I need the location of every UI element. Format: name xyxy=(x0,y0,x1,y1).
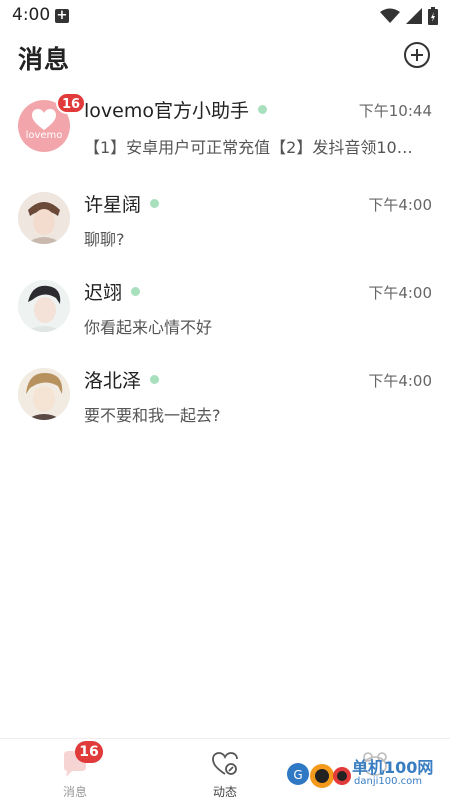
chat-name: lovemo官方小助手 xyxy=(84,96,267,123)
watermark: G 单机100网 danji100.com xyxy=(284,754,444,794)
chat-list: lovemo 16 lovemo官方小助手 下午10:44 【1】安卓用户可正常… xyxy=(0,90,450,448)
chat-name-text: 许星阔 xyxy=(84,194,142,216)
online-indicator xyxy=(257,105,267,114)
chat-item-xu-xingkuo[interactable]: 许星阔 下午4:00 聊聊? xyxy=(0,184,450,272)
chat-preview: 要不要和我一起去? xyxy=(84,406,221,425)
watermark-url: danji100.com xyxy=(354,776,422,787)
status-bar: 4:00 + xyxy=(0,0,450,32)
battery-icon xyxy=(428,7,438,25)
wifi-icon xyxy=(380,8,400,23)
chat-name: 许星阔 xyxy=(84,190,160,217)
avatar xyxy=(18,192,70,244)
chat-time: 下午10:44 xyxy=(358,102,432,120)
chat-item-chi-yi[interactable]: 迟翊 下午4:00 你看起来心情不好 xyxy=(0,272,450,360)
chat-name-text: 迟翊 xyxy=(84,282,123,304)
portrait-icon xyxy=(18,280,70,332)
chat-name-text: lovemo官方小助手 xyxy=(84,100,249,122)
header: 消息 xyxy=(0,32,450,82)
status-icons xyxy=(380,6,438,26)
nav-item-moments[interactable]: 动态 xyxy=(185,745,265,800)
chat-time: 下午4:00 xyxy=(368,196,432,214)
avatar-label: lovemo xyxy=(25,130,63,141)
avatar xyxy=(18,280,70,332)
nav-label: 动态 xyxy=(212,785,237,799)
chat-time: 下午4:00 xyxy=(368,372,432,390)
moments-heart-search-icon xyxy=(212,752,238,775)
chat-preview: 【1】安卓用户可正常充值【2】发抖音领10… xyxy=(84,138,413,157)
unread-badge: 16 xyxy=(56,92,87,114)
notification-plus-icon: + xyxy=(55,8,69,23)
svg-text:G: G xyxy=(293,768,302,782)
chat-name: 洛北泽 xyxy=(84,366,160,393)
online-indicator xyxy=(131,287,141,296)
chat-preview: 聊聊? xyxy=(84,230,125,249)
nav-label: 消息 xyxy=(62,785,87,799)
status-time: 4:00 xyxy=(12,5,51,25)
chat-name: 迟翊 xyxy=(84,278,141,305)
avatar xyxy=(18,368,70,420)
portrait-icon xyxy=(18,192,70,244)
online-indicator xyxy=(150,375,160,384)
chat-item-luo-beize[interactable]: 洛北泽 下午4:00 要不要和我一起去? xyxy=(0,360,450,448)
nav-unread-badge: 16 xyxy=(75,741,103,763)
chat-preview: 你看起来心情不好 xyxy=(84,318,213,337)
nav-item-messages[interactable]: 16 消息 xyxy=(35,741,115,800)
watermark-title: 单机100网 xyxy=(352,758,434,777)
chat-item-lovemo[interactable]: lovemo 16 lovemo官方小助手 下午10:44 【1】安卓用户可正常… xyxy=(0,90,450,184)
add-chat-button[interactable] xyxy=(404,42,430,68)
signal-icon xyxy=(406,8,422,24)
watermark-logo-icon: G xyxy=(287,763,351,788)
page-title: 消息 xyxy=(18,45,71,74)
portrait-icon xyxy=(18,368,70,420)
online-indicator xyxy=(150,199,160,208)
chat-name-text: 洛北泽 xyxy=(84,370,142,392)
chat-time: 下午4:00 xyxy=(368,284,432,302)
